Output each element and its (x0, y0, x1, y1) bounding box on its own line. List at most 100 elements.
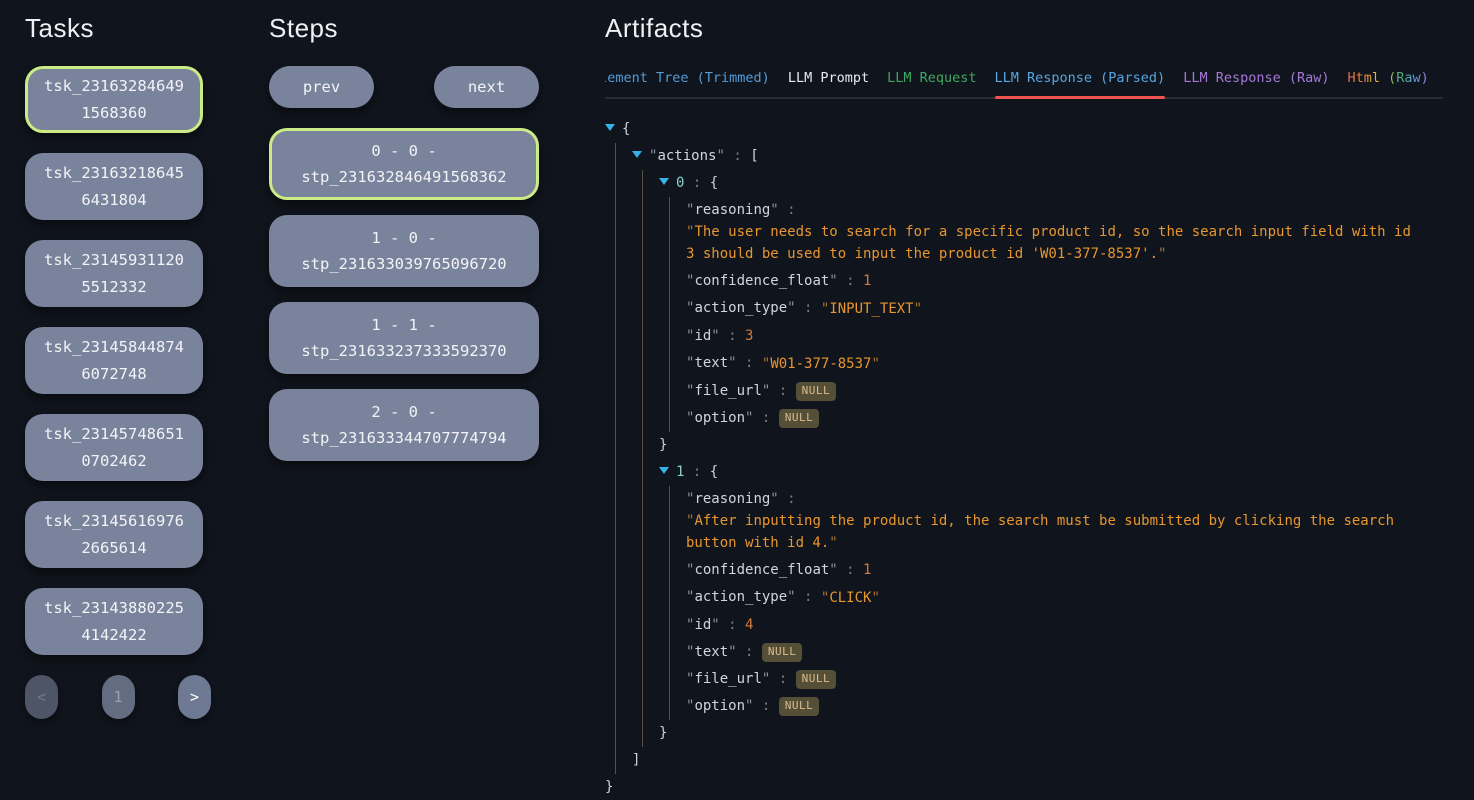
tab-row: Element Tree (Trimmed) LLM Prompt LLM Requ… (605, 70, 1443, 99)
step-button[interactable]: 0 - 0 - stp_231632846491568362 (269, 128, 539, 200)
json-close-row: } (605, 774, 1420, 800)
collapse-toggle-icon[interactable] (659, 467, 669, 474)
task-button[interactable]: tsk_231456169762665614 (25, 501, 203, 568)
json-property-row: "action_type" : "CLICK" (686, 584, 1420, 612)
json-children: "reasoning" : "After inputting the produ… (669, 486, 1420, 720)
step-button[interactable]: 2 - 0 - stp_231633344707774794 (269, 389, 539, 461)
tasks-pagination: < 1 > (25, 675, 211, 719)
quote: " (914, 301, 922, 317)
quote: " (770, 491, 778, 507)
open-bracket: { (710, 464, 718, 480)
colon: : (684, 464, 709, 480)
quote: " (871, 590, 879, 606)
null-badge: NULL (779, 697, 820, 716)
steps-nav: prev next (269, 66, 539, 108)
task-button[interactable]: tsk_231632846491568360 (25, 66, 203, 133)
colon: : (684, 175, 709, 191)
colon: : (737, 355, 762, 371)
task-button[interactable]: tsk_231458448746072748 (25, 327, 203, 394)
step-button[interactable]: 1 - 1 - stp_231633237333592370 (269, 302, 539, 374)
tab-element-tree-trimmed[interactable]: Element Tree (Trimmed) (605, 70, 770, 97)
quote: " (728, 355, 736, 371)
open-bracket: { (622, 121, 630, 137)
pagination-page-button[interactable]: 1 (102, 675, 135, 719)
null-badge: NULL (779, 409, 820, 428)
json-key: reasoning (694, 491, 770, 507)
json-property-row: "reasoning" : "The user needs to search … (686, 197, 1420, 268)
json-value-string: "W01-377-8537" (762, 353, 880, 375)
tasks-panel: Tasks tsk_231632846491568360 tsk_23163218… (25, 13, 203, 719)
json-property-row: "confidence_float" : 1 (686, 268, 1420, 295)
json-close-row: } (659, 432, 1420, 459)
tab-llm-response-parsed[interactable]: LLM Response (Parsed) (995, 70, 1166, 97)
json-children: "actions" : [0 : {"reasoning" : "The use… (615, 143, 1420, 774)
null-badge: NULL (796, 670, 837, 689)
colon: : (720, 617, 745, 633)
step-list: 0 - 0 - stp_231632846491568362 1 - 0 - st… (269, 128, 539, 461)
close-bracket: } (659, 725, 667, 741)
artifacts-panel: Artifacts Element Tree (Trimmed)LLM Prom… (605, 13, 1443, 800)
quote: " (871, 356, 879, 372)
json-key: text (694, 644, 728, 660)
json-key: confidence_float (694, 562, 829, 578)
open-bracket: { (710, 175, 718, 191)
collapse-toggle-icon[interactable] (605, 124, 615, 131)
tab-llm-request[interactable]: LLM Request (887, 70, 976, 97)
step-button[interactable]: 1 - 0 - stp_231633039765096720 (269, 215, 539, 287)
quote: " (716, 148, 724, 164)
colon: : (838, 273, 863, 289)
json-property-row: "id" : 4 (686, 612, 1420, 639)
artifacts-tabbar: Element Tree (Trimmed) LLM Prompt LLM Requ… (605, 70, 1443, 99)
json-value-string: "After inputting the product id, the sea… (686, 510, 1420, 554)
collapse-toggle-icon[interactable] (632, 151, 642, 158)
json-value-string: "CLICK" (821, 587, 880, 609)
json-string-text: INPUT_TEXT (829, 301, 913, 317)
json-children: " reasoning " : "The user needs to search … (669, 197, 1420, 432)
json-property-row: "id" : 3 (686, 323, 1420, 350)
colon: : (753, 410, 778, 426)
quote: " (1158, 246, 1166, 262)
task-button[interactable]: tsk_231459311205512332 (25, 240, 203, 307)
close-bracket: ] (632, 752, 640, 768)
json-property-row: "reasoning" : "After inputting the produ… (686, 486, 1420, 557)
json-key: action_type (694, 300, 787, 316)
quote: " (829, 273, 837, 289)
json-key: reasoning (694, 202, 770, 218)
colon: : (725, 148, 750, 164)
tasks-title: Tasks (25, 13, 203, 44)
colon: : (779, 491, 796, 507)
json-property-row: "action_type" : "INPUT_TEXT" (686, 295, 1420, 323)
steps-prev-button[interactable]: prev (269, 66, 374, 108)
task-button[interactable]: tsk_231438802254142422 (25, 588, 203, 655)
pagination-next-button[interactable]: > (178, 675, 211, 719)
tab-html-raw[interactable]: Html (Raw) (1348, 70, 1429, 97)
null-badge: NULL (762, 643, 803, 662)
json-value-string: "The user needs to search for a specific… (686, 221, 1420, 265)
json-key: option (694, 410, 745, 426)
json-property-row: "option" : NULL (686, 405, 1420, 432)
json-value-number: 1 (863, 273, 871, 289)
quote: " (728, 644, 736, 660)
json-key: id (694, 328, 711, 344)
open-bracket: [ (750, 148, 758, 164)
pagination-prev-button[interactable]: < (25, 675, 58, 719)
quote: " (787, 589, 795, 605)
task-button[interactable]: tsk_231632186456431804 (25, 153, 203, 220)
json-key: file_url (694, 383, 761, 399)
task-button[interactable]: tsk_231457486510702462 (25, 414, 203, 481)
json-key: text (694, 355, 728, 371)
tab-llm-prompt[interactable]: LLM Prompt (788, 70, 869, 97)
steps-next-button[interactable]: next (434, 66, 539, 108)
colon: : (753, 698, 778, 714)
null-badge: NULL (796, 382, 837, 401)
json-property-row: "file_url" : NULL (686, 378, 1420, 405)
colon: : (796, 589, 821, 605)
json-children: 0 : {"reasoning" : "The user needs to se… (642, 170, 1420, 747)
collapse-toggle-icon[interactable] (659, 178, 669, 185)
tab-llm-response-raw[interactable]: LLM Response (Raw) (1183, 70, 1329, 97)
json-open-row: "actions" : [ (632, 143, 1420, 170)
steps-title: Steps (269, 13, 539, 44)
json-key: id (694, 617, 711, 633)
json-tree-viewer: {"actions" : [0 : {"reasoning" : "The us… (605, 116, 1420, 800)
colon: : (770, 671, 795, 687)
